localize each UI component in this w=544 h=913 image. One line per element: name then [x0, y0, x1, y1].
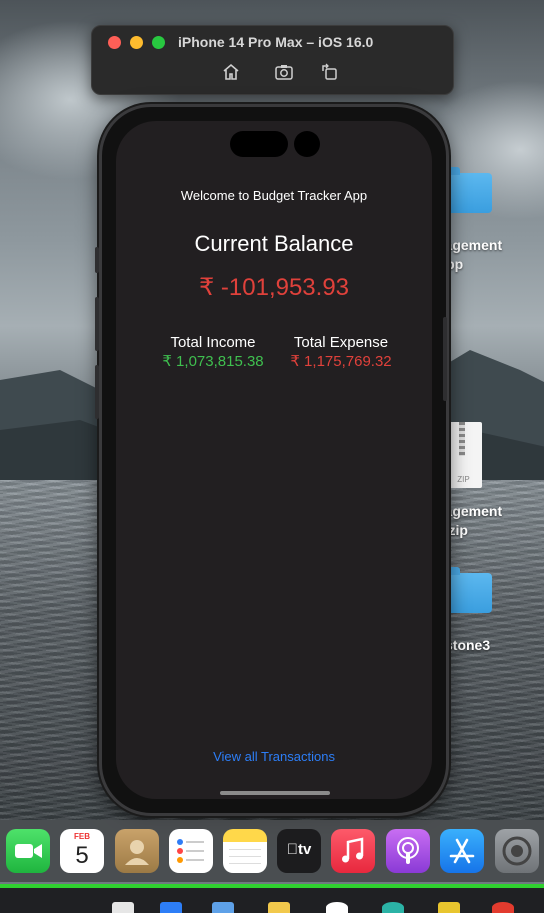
- reminders-icon[interactable]: [169, 829, 213, 873]
- balance-title: Current Balance: [194, 231, 354, 256]
- expense-summary: Total Expense ₹ 1,175,769.32: [266, 334, 416, 370]
- notes-icon[interactable]: [223, 829, 267, 873]
- calendar-icon[interactable]: FEB 5: [60, 829, 104, 873]
- action-button[interactable]: [95, 247, 99, 273]
- zip-file-icon[interactable]: ZIP: [445, 422, 482, 488]
- calendar-day: 5: [75, 842, 89, 869]
- taskbar-app-icon[interactable]: [326, 902, 348, 913]
- taskbar-app-icon[interactable]: [382, 902, 404, 913]
- simulator-title: iPhone 14 Pro Max – iOS 16.0: [178, 34, 374, 50]
- system-settings-icon[interactable]: [495, 829, 539, 873]
- contacts-icon[interactable]: [115, 829, 159, 873]
- expense-label: Total Expense: [293, 334, 389, 351]
- power-button[interactable]: [443, 317, 447, 401]
- apple-tv-label: tv: [287, 841, 312, 858]
- taskbar-app-icon[interactable]: [268, 902, 290, 913]
- volume-down-button[interactable]: [95, 365, 99, 419]
- expense-value: ₹ 1,175,769.32: [290, 353, 392, 370]
- screenshot-icon[interactable]: [274, 62, 294, 82]
- dock: FEB 5 tv: [0, 820, 544, 882]
- rotate-icon[interactable]: [320, 62, 340, 82]
- calendar-month: FEB: [74, 832, 90, 841]
- taskbar-app-icon[interactable]: [438, 902, 460, 913]
- iphone-simulator: Welcome to Budget Tracker App Current Ba…: [95, 104, 449, 816]
- simulator-title-bar[interactable]: iPhone 14 Pro Max – iOS 16.0: [91, 25, 454, 95]
- close-window-button[interactable]: [108, 36, 121, 49]
- apple-tv-icon[interactable]: tv: [277, 829, 321, 873]
- taskbar-app-icon[interactable]: [212, 902, 234, 913]
- view-all-transactions-link[interactable]: View all Transactions: [116, 749, 432, 764]
- podcasts-icon[interactable]: [386, 829, 430, 873]
- dynamic-island: [230, 131, 320, 157]
- home-icon[interactable]: [221, 62, 241, 82]
- app-store-icon[interactable]: [440, 829, 484, 873]
- volume-up-button[interactable]: [95, 297, 99, 351]
- taskbar: [0, 888, 544, 913]
- facetime-icon[interactable]: [6, 829, 50, 873]
- music-icon[interactable]: [331, 829, 375, 873]
- home-indicator[interactable]: [220, 791, 330, 795]
- taskbar-app-icon[interactable]: [112, 902, 134, 913]
- zoom-window-button[interactable]: [152, 36, 165, 49]
- taskbar-app-icon[interactable]: [160, 902, 182, 913]
- minimize-window-button[interactable]: [130, 36, 143, 49]
- balance-amount: ₹ -101,953.93: [198, 274, 350, 301]
- welcome-text: Welcome to Budget Tracker App: [180, 188, 368, 203]
- taskbar-app-icon[interactable]: [492, 902, 514, 913]
- desktop-item-label[interactable]: stone3: [445, 636, 490, 655]
- app-screen: Welcome to Budget Tracker App Current Ba…: [116, 121, 432, 799]
